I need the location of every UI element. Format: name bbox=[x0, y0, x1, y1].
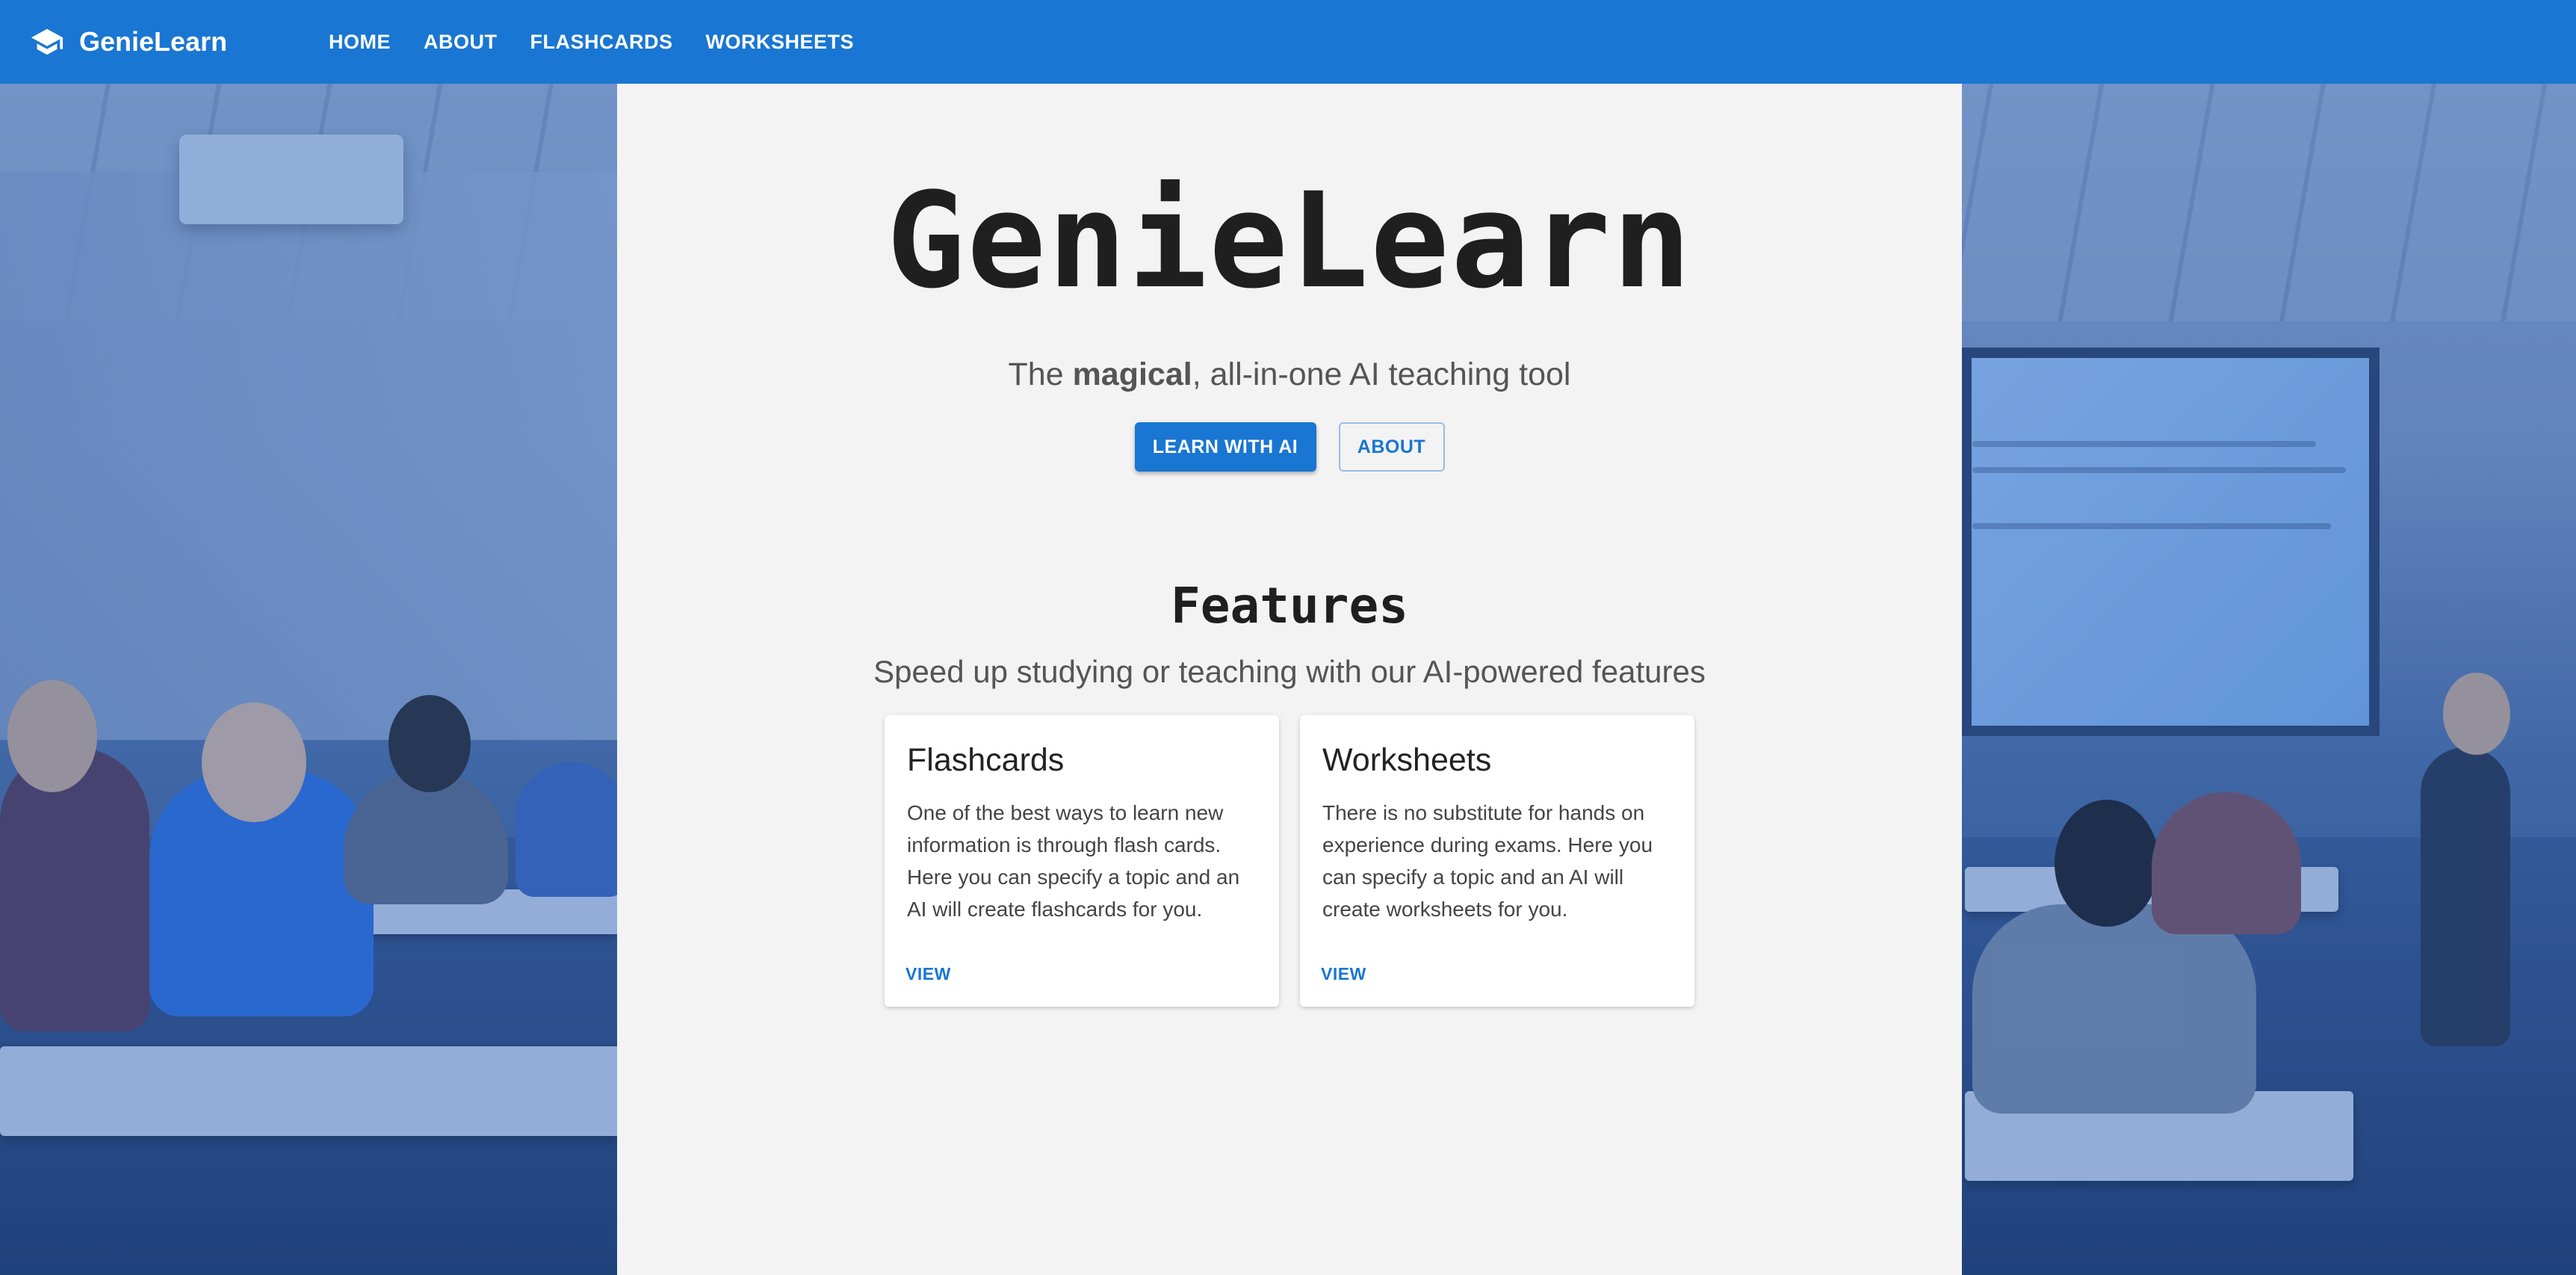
hero-buttons: LEARN WITH AI ABOUT bbox=[617, 422, 1962, 472]
tagline-emphasis: magical bbox=[1072, 356, 1192, 392]
about-button[interactable]: ABOUT bbox=[1338, 422, 1445, 472]
flashcards-view-button[interactable]: VIEW bbox=[905, 964, 951, 984]
card-description: One of the best ways to learn new inform… bbox=[907, 801, 1240, 921]
card-title: Flashcards bbox=[907, 742, 1065, 778]
main-nav: HOME ABOUT FLASHCARDS WORKSHEETS bbox=[329, 31, 887, 54]
graduation-cap-icon bbox=[31, 28, 64, 55]
main-panel: GenieLearn The magical, all-in-one AI te… bbox=[617, 84, 1962, 1275]
nav-about[interactable]: ABOUT bbox=[424, 31, 498, 54]
brand-name: GenieLearn bbox=[79, 26, 228, 57]
tagline-suffix: , all-in-one AI teaching tool bbox=[1192, 356, 1571, 392]
top-app-bar: GenieLearn HOME ABOUT FLASHCARDS WORKSHE… bbox=[0, 0, 2576, 84]
worksheets-card: Worksheets There is no substitute for ha… bbox=[1300, 715, 1694, 1007]
worksheets-view-button[interactable]: VIEW bbox=[1321, 964, 1366, 984]
nav-flashcards[interactable]: FLASHCARDS bbox=[530, 31, 673, 54]
features-title: Features bbox=[1171, 577, 1408, 635]
nav-home[interactable]: HOME bbox=[329, 31, 391, 54]
tagline-prefix: The bbox=[1008, 356, 1073, 392]
brand[interactable]: GenieLearn bbox=[30, 25, 329, 59]
flashcards-card: Flashcards One of the best ways to learn… bbox=[885, 715, 1279, 1007]
features-subtitle: Speed up studying or teaching with our A… bbox=[873, 654, 1706, 689]
learn-with-ai-button[interactable]: LEARN WITH AI bbox=[1134, 422, 1316, 472]
card-description: There is no substitute for hands on expe… bbox=[1322, 801, 1653, 921]
card-title: Worksheets bbox=[1322, 742, 1492, 778]
hero-title: GenieLearn bbox=[886, 164, 1693, 318]
nav-worksheets[interactable]: WORKSHEETS bbox=[706, 31, 855, 54]
hero-tagline: The magical, all-in-one AI teaching tool bbox=[617, 356, 1962, 393]
